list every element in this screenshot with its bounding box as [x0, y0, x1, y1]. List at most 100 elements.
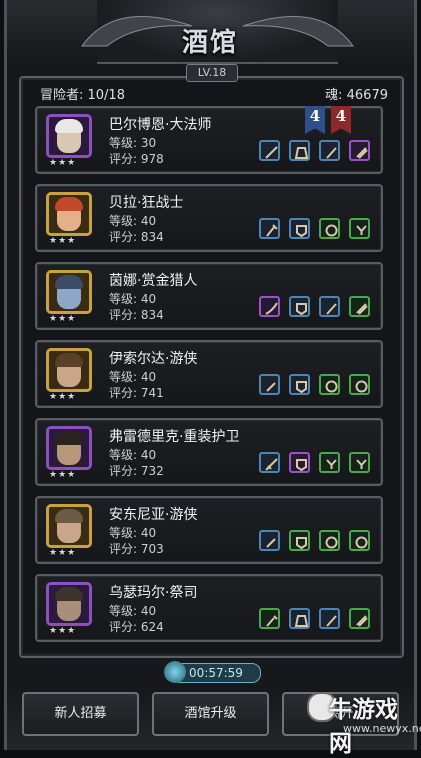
hourglass-icon [164, 661, 186, 683]
star-rating: ★★★ [49, 392, 77, 402]
robe-icon [294, 615, 309, 627]
hero-name: 巴尔博恩·大法师 [109, 117, 212, 133]
hero-portrait[interactable] [46, 582, 92, 626]
dagger-icon [266, 382, 276, 392]
equipment-slot-ring[interactable] [349, 374, 370, 395]
equipment-slot-amulet[interactable] [349, 218, 370, 239]
equipment-slot-scroll[interactable] [349, 608, 370, 629]
hero-row[interactable]: ★★★ 贝拉·狂战士 等级: 40 评分: 834 [35, 184, 383, 252]
equipment-slot-staff[interactable] [259, 140, 280, 161]
equipment-slot-wand[interactable] [319, 296, 340, 317]
tavern-upgrade-button[interactable]: 酒馆升级 [152, 692, 269, 736]
equipment-slots [259, 452, 379, 476]
hero-portrait[interactable] [46, 426, 92, 470]
armor-icon [296, 303, 307, 316]
equipment-slot-ring[interactable] [319, 530, 340, 551]
equipment-slot-armor[interactable] [289, 296, 310, 317]
equipment-slot-armor[interactable] [289, 218, 310, 239]
equipment-slot-amulet[interactable] [349, 452, 370, 473]
equipment-slot-wand[interactable] [319, 140, 340, 161]
equipment-slots [259, 296, 379, 320]
hero-row[interactable]: ★★★ 安东尼亚·游侠 等级: 40 评分: 703 [35, 496, 383, 564]
armor-icon [296, 459, 307, 472]
equipment-slot-dagger[interactable] [259, 374, 280, 395]
hero-row[interactable]: ★★★ 巴尔博恩·大法师 等级: 30 评分: 978 44 [35, 106, 383, 174]
equipment-slot-blade[interactable] [259, 296, 280, 317]
armor-icon [296, 381, 307, 394]
hero-level: 等级: 40 [109, 292, 157, 306]
equipment-slot-sword[interactable] [259, 452, 280, 473]
hero-portrait[interactable] [46, 504, 92, 548]
recruit-button[interactable]: 新人招募 [22, 692, 139, 736]
hero-score: 评分: 978 [109, 152, 164, 166]
star-rating: ★★★ [49, 314, 77, 324]
equipment-slot-armor[interactable] [289, 374, 310, 395]
refresh-timer: 00:57:59 [164, 661, 261, 683]
hero-row[interactable]: ★★★ 弗雷德里克·重装护卫 等级: 40 评分: 732 [35, 418, 383, 486]
status-bar: 冒险者: 10/18 魂: 46679 [32, 82, 388, 103]
hero-level: 等级: 40 [109, 604, 157, 618]
equipment-slot-ring[interactable] [319, 218, 340, 239]
hero-score: 评分: 834 [109, 308, 164, 322]
blade-icon [265, 302, 278, 315]
hero-row[interactable]: ★★★ 伊索尔达·游侠 等级: 40 评分: 741 [35, 340, 383, 408]
wand-icon [326, 615, 337, 627]
page-title: 酒馆 [181, 28, 238, 58]
equipment-slot-amulet[interactable] [319, 452, 340, 473]
equipment-slot-ring[interactable] [319, 374, 340, 395]
staff-icon [265, 146, 278, 159]
hero-name: 乌瑟玛尔·祭司 [109, 585, 198, 601]
equipment-slot-axe[interactable] [259, 218, 280, 239]
watermark: 牛游戏网 www.newyx.net [307, 686, 421, 757]
hero-portrait[interactable] [46, 270, 92, 314]
armor-icon [296, 225, 307, 238]
equipment-slot-armor[interactable] [289, 530, 310, 551]
hero-row[interactable]: ★★★ 乌瑟玛尔·祭司 等级: 40 评分: 624 [35, 574, 383, 642]
scroll-icon [356, 615, 368, 627]
hero-name: 安东尼亚·游侠 [109, 507, 198, 523]
scroll-icon [356, 147, 368, 159]
equipment-slot-scroll[interactable] [349, 296, 370, 317]
rank-ribbon: 4 [305, 106, 325, 134]
hero-level: 等级: 40 [109, 370, 157, 384]
hero-name: 贝拉·狂战士 [109, 195, 184, 211]
adventurer-count: 冒险者: 10/18 [40, 88, 125, 103]
equipment-slot-mace[interactable] [259, 608, 280, 629]
hero-row[interactable]: ★★★ 茵娜·赏金猎人 等级: 40 评分: 834 [35, 262, 383, 330]
star-rating: ★★★ [49, 548, 77, 558]
equipment-slot-ring[interactable] [349, 530, 370, 551]
star-rating: ★★★ [49, 236, 77, 246]
equipment-slots [259, 140, 379, 164]
dagger-icon [266, 538, 276, 548]
hero-name: 茵娜·赏金猎人 [109, 273, 198, 289]
equipment-slot-dagger[interactable] [259, 530, 280, 551]
amulet-icon [326, 459, 337, 469]
hero-portrait[interactable] [46, 192, 92, 236]
robe-icon [294, 147, 309, 159]
hero-score: 评分: 624 [109, 620, 164, 634]
timer-text: 00:57:59 [189, 666, 243, 680]
rank-ribbon: 4 [331, 106, 351, 134]
equipment-slots [259, 608, 379, 632]
hero-level: 等级: 40 [109, 526, 157, 540]
hero-hair [55, 431, 83, 445]
ring-icon [355, 536, 368, 549]
star-rating: ★★★ [49, 470, 77, 480]
hero-hair [55, 587, 83, 601]
amulet-icon [356, 459, 367, 469]
hero-name: 弗雷德里克·重装护卫 [109, 429, 240, 445]
star-rating: ★★★ [49, 626, 77, 636]
equipment-slot-robe[interactable] [289, 608, 310, 629]
equipment-slot-scroll[interactable] [349, 140, 370, 161]
crest-ornament-right [242, 16, 354, 47]
amulet-icon [356, 225, 367, 235]
hero-portrait[interactable] [46, 348, 92, 392]
equipment-slot-wand[interactable] [319, 608, 340, 629]
equipment-slot-armor[interactable] [289, 452, 310, 473]
hero-hair [55, 119, 83, 133]
hero-hair [55, 197, 83, 211]
hero-portrait[interactable] [46, 114, 92, 158]
equipment-slot-robe[interactable] [289, 140, 310, 161]
scroll-icon [356, 303, 368, 315]
hero-hair [55, 353, 83, 367]
